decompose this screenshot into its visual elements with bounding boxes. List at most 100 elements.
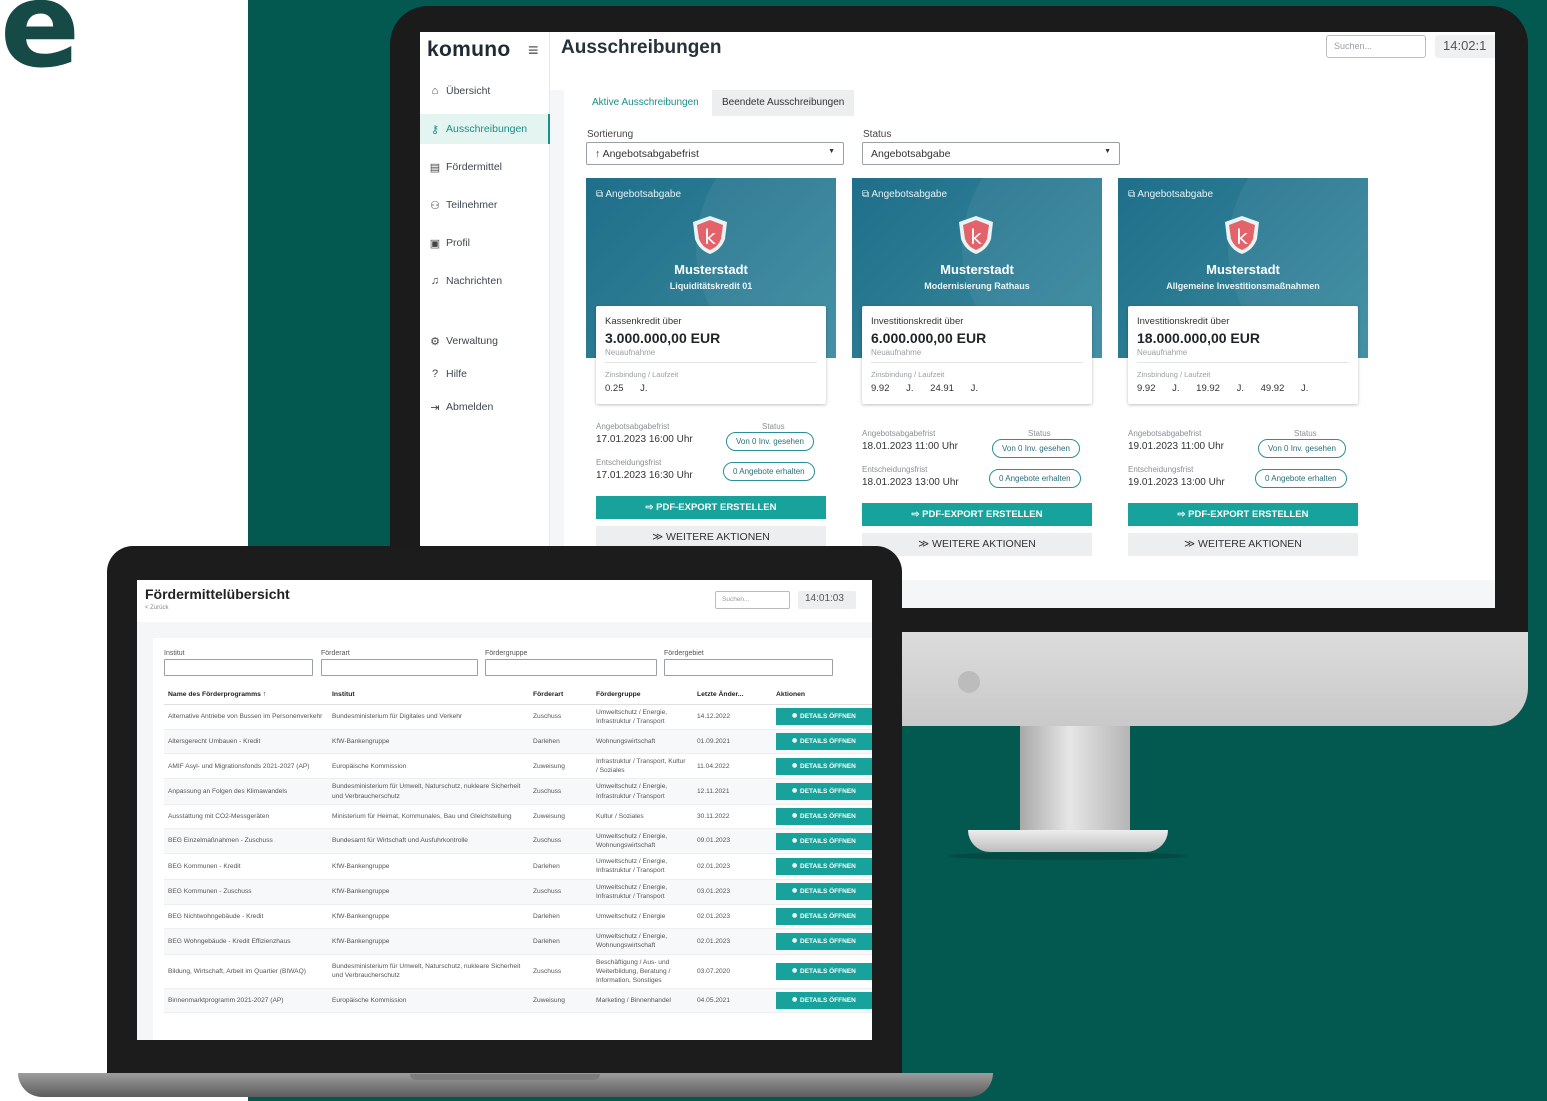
back-link[interactable]: < Zurück [145,605,169,611]
details-button[interactable]: ◉ DETAILS ÖFFNEN [776,708,872,726]
column-header-last-changed[interactable]: Letzte Änder... [693,686,772,705]
table-row[interactable]: Anpassung an Folgen des Klimawandels Bund… [164,778,872,805]
column-header-foerderart[interactable]: Förderart [529,686,592,705]
sidebar-item-verwaltung[interactable]: ⚙ Verwaltung [420,326,550,356]
column-header-name[interactable]: Name des Förderprogramms ↑ [164,686,328,705]
svg-text:k: k [1236,225,1248,249]
eye-icon: ◉ [792,762,798,769]
pdf-export-button[interactable]: ⇨ PDF-EXPORT ERSTELLEN [596,496,826,519]
tab-ended-tenders[interactable]: Beendete Ausschreibungen [712,90,855,116]
details-button[interactable]: ◉ DETAILS ÖFFNEN [776,757,872,775]
cell-foerdergruppe: Umweltschutz / Energie, Infrastruktur / … [592,778,693,805]
details-button[interactable]: ◉ DETAILS ÖFFNEN [776,732,872,750]
cell-foerdergruppe: Umweltschutz / Energie, Wohnungswirtscha… [592,928,693,955]
details-button[interactable]: ◉ DETAILS ÖFFNEN [776,992,872,1010]
sort-select[interactable]: ↑ Angebotsabgabefrist ▼ [586,142,844,165]
credit-kind: Kassenkredit über [605,316,682,327]
more-actions-button[interactable]: ≫ WEITERE AKTIONEN [862,533,1092,556]
sidebar-item-profil[interactable]: ▣ Profil [420,228,550,258]
deadline-label: Angebotsabgabefrist [862,429,936,438]
sidebar-item-ausschreibungen[interactable]: ⚷ Ausschreibungen [420,114,550,144]
filter-input-foerdergruppe[interactable] [485,659,657,676]
details-button[interactable]: ◉ DETAILS ÖFFNEN [776,908,872,926]
details-button[interactable]: ◉ DETAILS ÖFFNEN [776,962,872,980]
table-row[interactable]: Bildung, Wirtschaft, Arbeit im Quartier … [164,954,872,990]
cell-last-changed: 09.01.2023 [693,828,772,855]
cell-institut: KfW-Bankengruppe [328,853,529,880]
search-input[interactable]: Suchen... [1326,35,1426,58]
card-city: Musterstadt [940,262,1014,277]
table-row[interactable]: BEG Einzelmaßnahmen - Zuschuss Bundesamt … [164,828,872,855]
export-icon: ⇨ [911,509,920,520]
table-row[interactable]: Altersgerecht Umbauen - Kredit KfW-Banken… [164,729,872,754]
cell-foerdergruppe: Umweltschutz / Energie, Infrastruktur / … [592,879,693,906]
app-logo[interactable]: komuno [427,38,510,62]
status-label: Status [1028,429,1051,438]
filter-input-institut[interactable] [164,659,313,676]
bell-icon: ♫ [430,275,440,287]
menu-icon[interactable]: ≡ [528,40,539,61]
tab-active-tenders[interactable]: Aktive Ausschreibungen [582,90,709,116]
eye-icon: ◉ [792,713,798,720]
filter-input-foerderart[interactable] [321,659,478,676]
pdf-export-button[interactable]: ⇨ PDF-EXPORT ERSTELLEN [1128,503,1358,526]
details-button[interactable]: ◉ DETAILS ÖFFNEN [776,932,872,950]
cell-name: BEG Kommunen - Zuschuss [164,879,328,906]
chevron-down-icon: ▼ [828,148,835,155]
cell-foerderart: Darlehen [529,729,592,754]
table-row[interactable]: BEG Nichtwohngebäude - Kredit KfW-Bankeng… [164,904,872,930]
content-panel: Aktive Ausschreibungen Beendete Ausschre… [564,90,1495,580]
sidebar-item-übersicht[interactable]: ⌂ Übersicht [420,76,550,106]
cell-last-changed: 14.12.2022 [693,704,772,730]
sidebar-item-nachrichten[interactable]: ♫ Nachrichten [420,266,550,296]
chevron-double-down-icon: ≫ [652,531,664,543]
table-row[interactable]: BEG Kommunen - Kredit KfW-Bankengruppe Dar… [164,853,872,880]
page-title: Fördermittelübersicht [145,586,290,602]
eye-icon: ◉ [792,913,798,920]
seen-badge: Von 0 Inv. gesehen [726,432,814,451]
cell-foerderart: Zuschuss [529,704,592,730]
cell-institut: KfW-Bankengruppe [328,904,529,930]
search-input[interactable]: Suchen... [715,591,790,609]
credit-kind: Investitionskredit über [1137,316,1230,327]
status-select[interactable]: Angebotsabgabe ▼ [862,142,1120,165]
card-project: Allgemeine Investitionsmaßnahmen [1166,281,1320,291]
cell-institut: KfW-Bankengruppe [328,729,529,754]
sidebar-item-abmelden[interactable]: ⇥ Abmelden [420,392,550,422]
offers-badge: 0 Angebote erhalten [989,469,1081,488]
deadline-value: 17.01.2023 16:00 Uhr [596,434,693,445]
divider [871,362,1083,363]
details-button[interactable]: ◉ DETAILS ÖFFNEN [776,883,872,901]
more-actions-button[interactable]: ≫ WEITERE AKTIONEN [1128,533,1358,556]
details-button[interactable]: ◉ DETAILS ÖFFNEN [776,832,872,850]
table-row[interactable]: BEG Wohngebäude - Kredit Effizienzhaus Kf… [164,928,872,955]
table-row[interactable]: BEG Kommunen - Zuschuss KfW-Bankengruppe Z… [164,879,872,906]
cell-foerdergruppe: Wohnungswirtschaft [592,729,693,754]
table-row[interactable]: Alternative Antriebe von Bussen im Perso… [164,704,872,730]
details-button[interactable]: ◉ DETAILS ÖFFNEN [776,783,872,801]
table-row[interactable]: AMIF Asyl- und Migrationsfonds 2021-2027… [164,753,872,780]
filter-label-foerdergebiet: Fördergebiet [664,650,704,657]
card-type: ⧉ Angebotsabgabe [1128,189,1213,200]
cell-last-changed: 12.11.2021 [693,778,772,805]
details-button[interactable]: ◉ DETAILS ÖFFNEN [776,807,872,825]
table-row[interactable]: Ausstattung mit CO2-Messgeräten Ministeri… [164,804,872,829]
credit-summary: Investitionskredit über 18.000.000,00 EUR… [1128,306,1358,404]
column-header-foerdergruppe[interactable]: Fördergruppe [592,686,693,705]
cell-institut: KfW-Bankengruppe [328,879,529,906]
sidebar-item-label: Fördermittel [446,161,503,173]
details-button[interactable]: ◉ DETAILS ÖFFNEN [776,857,872,875]
sidebar-item-teilnehmer[interactable]: ⚇ Teilnehmer [420,190,550,220]
cell-name: Bildung, Wirtschaft, Arbeit im Quartier … [164,954,328,990]
pdf-export-button[interactable]: ⇨ PDF-EXPORT ERSTELLEN [862,503,1092,526]
sidebar-item-hilfe[interactable]: ? Hilfe [420,359,550,389]
sidebar-item-fördermittel[interactable]: ▤ Fördermittel [420,152,550,182]
apple-logo-icon [958,671,980,693]
column-header-institut[interactable]: Institut [328,686,529,705]
table-row[interactable]: Binnenmarktprogramm 2021-2027 (AP) Europä… [164,988,872,1014]
cell-last-changed: 11.04.2022 [693,753,772,780]
tender-card: ⧉ Angebotsabgabe k Musterstadt Modernisieru… [852,178,1102,558]
term-label: Zinsbindung / Laufzeit [605,370,679,379]
filter-input-foerdergebiet[interactable] [664,659,833,676]
sidebar-item-label: Abmelden [446,401,494,413]
